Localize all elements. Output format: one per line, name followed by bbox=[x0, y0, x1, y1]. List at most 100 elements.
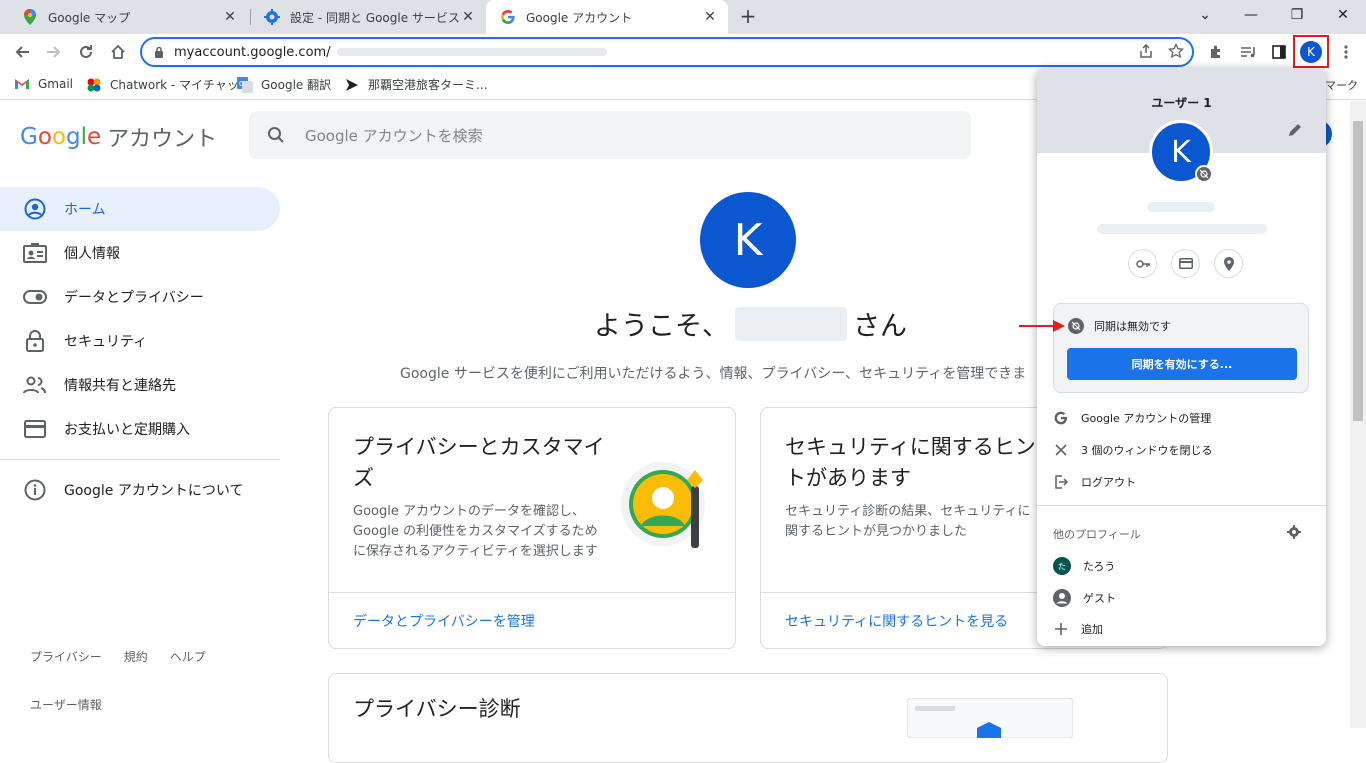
minimize-button[interactable]: — bbox=[1228, 0, 1274, 30]
close-tab-icon[interactable]: ✕ bbox=[702, 9, 718, 25]
menu-label: ログアウト bbox=[1081, 476, 1136, 489]
restore-button[interactable]: ❐ bbox=[1274, 0, 1320, 30]
tab-settings[interactable]: 設定 - 同期と Google サービス ✕ bbox=[250, 0, 486, 34]
other-bookmarks[interactable]: マーク bbox=[1325, 77, 1358, 93]
nav-item-payments[interactable]: お支払いと定期購入 bbox=[0, 407, 280, 451]
bookmark-label: Google 翻訳 bbox=[261, 78, 332, 92]
home-button[interactable] bbox=[104, 38, 132, 66]
other-profiles-label: 他のプロフィール bbox=[1053, 528, 1141, 541]
id-card-icon bbox=[22, 240, 48, 266]
new-tab-button[interactable]: + bbox=[737, 5, 759, 27]
add-profile-item[interactable]: 追加 bbox=[1053, 621, 1103, 637]
tab-title: Google アカウント bbox=[526, 10, 633, 25]
manage-google-account-item[interactable]: Google アカウントの管理 bbox=[1053, 410, 1211, 426]
google-account-logo[interactable]: Google アカウント bbox=[20, 121, 217, 153]
nav-divider bbox=[0, 459, 280, 460]
side-panel-icon[interactable] bbox=[1267, 40, 1291, 64]
welcome-heading: ようこそ、 さん bbox=[594, 304, 907, 343]
bookmark-star-icon[interactable] bbox=[1168, 43, 1184, 59]
scrollbar-thumb[interactable] bbox=[1353, 121, 1363, 421]
nav-item-people-sharing[interactable]: 情報共有と連絡先 bbox=[0, 363, 280, 407]
tab-search-dropdown-icon[interactable]: ⌄ bbox=[1182, 0, 1228, 30]
user-info-link[interactable]: ユーザー情報 bbox=[30, 696, 102, 713]
tab-strip: Google マップ ✕ 設定 - 同期と Google サービス ✕ Goog… bbox=[0, 0, 1366, 34]
edit-pencil-icon[interactable] bbox=[1287, 122, 1303, 138]
media-control-icon[interactable] bbox=[1236, 40, 1260, 64]
gmail-icon bbox=[14, 76, 30, 92]
manage-profiles-gear-icon[interactable] bbox=[1287, 524, 1301, 543]
google-g-icon bbox=[500, 9, 516, 25]
share-icon[interactable] bbox=[1138, 43, 1154, 59]
passwords-key-icon[interactable] bbox=[1128, 249, 1157, 278]
plus-icon bbox=[1053, 621, 1069, 637]
reload-icon bbox=[80, 45, 92, 58]
chrome-menu-icon[interactable] bbox=[1334, 40, 1358, 64]
close-windows-item[interactable]: 3 個のウィンドウを閉じる bbox=[1053, 442, 1213, 458]
profile-taro-item[interactable]: た たろう bbox=[1053, 557, 1115, 575]
nav-label: ホーム bbox=[64, 202, 106, 218]
privacy-link[interactable]: プライバシー bbox=[30, 648, 102, 665]
profile-name: ユーザー 1 bbox=[1151, 96, 1212, 110]
bookmark-naha-airport[interactable]: 那覇空港旅客ターミ... bbox=[344, 76, 487, 93]
privacy-checkup-illustration-icon bbox=[907, 698, 1073, 738]
chatwork-icon bbox=[86, 77, 102, 93]
lock-icon bbox=[155, 46, 163, 58]
autofill-shortcuts bbox=[1128, 249, 1243, 278]
search-icon bbox=[268, 127, 284, 143]
profile-button[interactable]: K bbox=[1293, 35, 1329, 68]
manage-data-privacy-link[interactable]: データとプライバシーを管理 bbox=[329, 592, 735, 648]
taro-avatar-initial: た bbox=[1053, 557, 1071, 575]
nav-label: 個人情報 bbox=[64, 246, 120, 262]
account-search-input[interactable]: Google アカウントを検索 bbox=[249, 111, 971, 159]
url-text: myaccount.google.com/ bbox=[174, 44, 331, 60]
url-redacted bbox=[336, 48, 607, 56]
nav-item-about[interactable]: Google アカウントについて bbox=[0, 468, 280, 512]
card-title: プライバシー診断 bbox=[353, 697, 521, 721]
search-placeholder: Google アカウントを検索 bbox=[305, 126, 483, 145]
account-avatar[interactable]: K bbox=[700, 192, 796, 288]
card-title: プライバシーとカスタマイズ bbox=[353, 435, 605, 490]
addresses-pin-icon[interactable] bbox=[1214, 249, 1243, 278]
bookmark-label: Gmail bbox=[38, 77, 74, 91]
address-bar[interactable]: myaccount.google.com/ bbox=[140, 37, 1194, 67]
redacted-profile-email bbox=[1097, 224, 1267, 234]
privacy-checkup-card: プライバシー診断 bbox=[328, 673, 1168, 763]
tab-google-maps[interactable]: Google マップ ✕ bbox=[8, 0, 248, 34]
profile-label: 追加 bbox=[1081, 623, 1103, 636]
back-button[interactable] bbox=[8, 38, 36, 66]
help-link[interactable]: ヘルプ bbox=[170, 648, 206, 665]
nav-item-home[interactable]: ホーム bbox=[0, 187, 280, 231]
sync-off-badge-icon bbox=[1195, 165, 1213, 183]
turn-on-sync-button[interactable]: 同期を有効にする... bbox=[1067, 348, 1297, 380]
nav-item-security[interactable]: セキュリティ bbox=[0, 319, 280, 363]
maps-pin-icon bbox=[22, 9, 38, 25]
bookmark-gmail[interactable]: Gmail bbox=[14, 76, 73, 92]
people-icon bbox=[22, 372, 48, 398]
guest-profile-item[interactable]: ゲスト bbox=[1053, 589, 1116, 607]
close-window-button[interactable]: ✕ bbox=[1320, 0, 1366, 30]
nav-item-personal-info[interactable]: 個人情報 bbox=[0, 231, 280, 275]
account-circle-icon bbox=[22, 196, 48, 222]
lock-icon bbox=[22, 328, 48, 354]
card-description: セキュリティ診断の結果、セキュリティに関するヒントが見つかりました bbox=[785, 504, 1031, 539]
page-scrollbar[interactable] bbox=[1350, 101, 1366, 728]
sign-out-item[interactable]: ログアウト bbox=[1053, 474, 1136, 490]
nav-item-data-privacy[interactable]: データとプライバシー bbox=[0, 275, 280, 319]
sync-status-text: 同期は無効です bbox=[1094, 320, 1171, 333]
extensions-icon[interactable] bbox=[1204, 40, 1228, 64]
payment-card-icon[interactable] bbox=[1171, 249, 1200, 278]
guest-avatar-icon bbox=[1053, 589, 1071, 607]
reload-button[interactable] bbox=[72, 38, 100, 66]
close-tab-icon[interactable]: ✕ bbox=[222, 9, 238, 25]
bookmark-label: 那覇空港旅客ターミ... bbox=[368, 78, 488, 92]
svg-text:G: G bbox=[239, 81, 244, 88]
bookmark-google-translate[interactable]: G Google 翻訳 bbox=[237, 76, 331, 93]
terms-link[interactable]: 規約 bbox=[124, 648, 148, 665]
forward-button[interactable] bbox=[40, 38, 68, 66]
side-nav: ホーム 個人情報 データとプライバシー セキュリティ 情報共有と連絡先 お支払い… bbox=[0, 187, 280, 512]
privacy-illustration-icon bbox=[621, 462, 705, 548]
card-title: セキュリティに関するヒントがあります bbox=[785, 435, 1036, 490]
close-tab-icon[interactable]: ✕ bbox=[460, 9, 476, 25]
tab-google-account[interactable]: Google アカウント ✕ bbox=[486, 0, 728, 34]
bookmark-chatwork[interactable]: Chatwork - マイチャット bbox=[86, 76, 251, 93]
